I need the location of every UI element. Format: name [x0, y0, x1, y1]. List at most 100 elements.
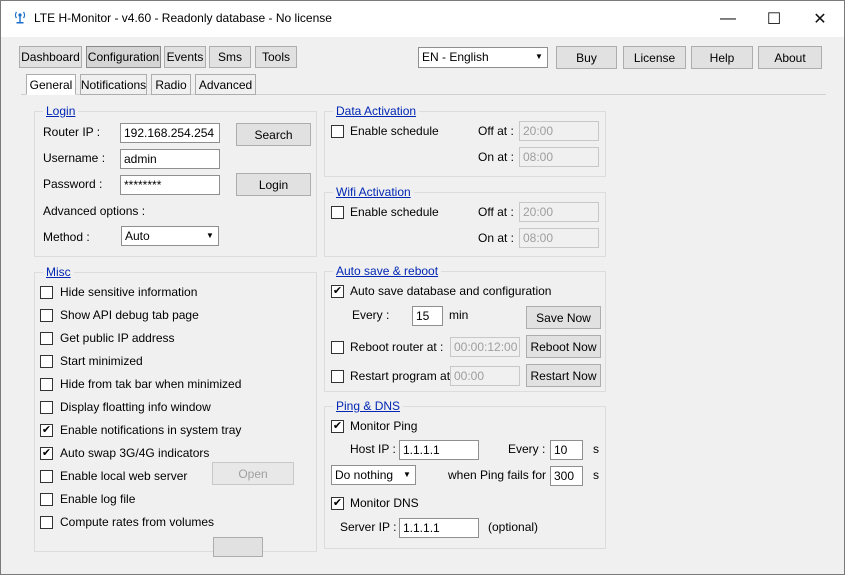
- monitor-ping-checkbox[interactable]: ✔: [331, 420, 344, 433]
- autosave-every-label: Every :: [352, 308, 390, 322]
- monitor-dns-label: Monitor DNS: [350, 496, 419, 510]
- app-window: LTE H-Monitor - v4.60 - Readonly databas…: [0, 0, 845, 575]
- subtab-radio[interactable]: Radio: [151, 74, 191, 95]
- autosave-checkbox[interactable]: ✔: [331, 285, 344, 298]
- minimize-button[interactable]: —: [705, 1, 751, 37]
- misc-group-title: Misc: [43, 265, 74, 279]
- tab-sms[interactable]: Sms: [209, 46, 251, 68]
- data-schedule-label: Enable schedule: [350, 124, 439, 138]
- close-button[interactable]: ✕: [797, 1, 843, 37]
- partial-hidden-button[interactable]: [213, 537, 263, 557]
- chevron-down-icon: ▼: [206, 231, 214, 240]
- hide-taskbar-checkbox[interactable]: [40, 378, 53, 391]
- reboot-checkbox[interactable]: [331, 341, 344, 354]
- autosave-label: Auto save database and configuration: [350, 284, 552, 298]
- tab-configuration[interactable]: Configuration: [86, 46, 161, 68]
- reboot-now-button[interactable]: Reboot Now: [526, 335, 601, 358]
- wifi-on-label: On at :: [478, 231, 515, 245]
- wifi-schedule-checkbox[interactable]: [331, 206, 344, 219]
- open-button[interactable]: Open: [212, 462, 294, 485]
- data-off-label: Off at :: [478, 124, 514, 138]
- public-ip-label: Get public IP address: [60, 331, 175, 345]
- tab-dashboard[interactable]: Dashboard: [19, 46, 82, 68]
- autosave-min-label: min: [449, 308, 469, 322]
- monitor-dns-checkbox[interactable]: ✔: [331, 497, 344, 510]
- api-debug-label: Show API debug tab page: [60, 308, 199, 322]
- username-field[interactable]: admin: [120, 149, 220, 169]
- license-button[interactable]: License: [623, 46, 686, 69]
- tab-tools[interactable]: Tools: [255, 46, 297, 68]
- host-ip-label: Host IP :: [350, 442, 396, 456]
- ping-fails-label: when Ping fails for :: [448, 468, 553, 482]
- floating-window-label: Display floatting info window: [60, 400, 211, 414]
- log-file-label: Enable log file: [60, 492, 136, 506]
- wifi-activation-title: Wifi Activation: [333, 185, 414, 199]
- language-select[interactable]: EN - English ▼: [418, 47, 548, 68]
- maximize-button[interactable]: ☐: [751, 1, 797, 37]
- help-button[interactable]: Help: [691, 46, 753, 69]
- hide-sensitive-label: Hide sensitive information: [60, 285, 198, 299]
- compute-rates-checkbox[interactable]: [40, 516, 53, 529]
- method-label: Method :: [43, 230, 90, 244]
- tab-events[interactable]: Events: [164, 46, 206, 68]
- floating-window-checkbox[interactable]: [40, 401, 53, 414]
- data-on-time[interactable]: 08:00: [519, 147, 599, 167]
- autosave-group-title: Auto save & reboot: [333, 264, 442, 278]
- router-ip-field[interactable]: 192.168.254.254: [120, 123, 220, 143]
- ping-action-value: Do nothing: [335, 468, 394, 482]
- server-ip-label: Server IP :: [340, 520, 397, 534]
- method-select[interactable]: Auto ▼: [121, 226, 219, 246]
- about-button[interactable]: About: [758, 46, 822, 69]
- search-button[interactable]: Search: [236, 123, 311, 146]
- ping-every-field[interactable]: 10: [550, 440, 583, 460]
- language-value: EN - English: [422, 50, 489, 64]
- subtab-general[interactable]: General: [26, 74, 76, 95]
- save-now-button[interactable]: Save Now: [526, 306, 601, 329]
- password-field[interactable]: ********: [120, 175, 220, 195]
- hide-sensitive-checkbox[interactable]: [40, 286, 53, 299]
- host-ip-field[interactable]: 1.1.1.1: [399, 440, 479, 460]
- data-off-time[interactable]: 20:00: [519, 121, 599, 141]
- login-group-title: Login: [43, 104, 79, 118]
- start-minimized-checkbox[interactable]: [40, 355, 53, 368]
- auto-swap-checkbox[interactable]: ✔: [40, 447, 53, 460]
- method-value: Auto: [125, 229, 150, 243]
- hide-taskbar-label: Hide from tak bar when minimized: [60, 377, 242, 391]
- subtab-notifications[interactable]: Notifications: [80, 74, 147, 95]
- data-on-label: On at :: [478, 150, 515, 164]
- password-label: Password :: [43, 177, 103, 191]
- public-ip-checkbox[interactable]: [40, 332, 53, 345]
- wifi-on-time[interactable]: 08:00: [519, 228, 599, 248]
- restart-time-field[interactable]: 00:00: [450, 366, 520, 386]
- api-debug-checkbox[interactable]: [40, 309, 53, 322]
- username-label: Username :: [43, 151, 106, 165]
- ping-every-label: Every :: [508, 442, 546, 456]
- tray-notifications-checkbox[interactable]: ✔: [40, 424, 53, 437]
- start-minimized-label: Start minimized: [60, 354, 143, 368]
- wifi-off-time[interactable]: 20:00: [519, 202, 599, 222]
- restart-checkbox[interactable]: [331, 370, 344, 383]
- reboot-time-field[interactable]: 00:00:12:00: [450, 337, 520, 357]
- antenna-app-icon: [14, 11, 26, 24]
- wifi-off-label: Off at :: [478, 205, 514, 219]
- monitor-ping-label: Monitor Ping: [350, 419, 418, 433]
- data-activation-title: Data Activation: [333, 104, 420, 118]
- autosave-every-field[interactable]: 15: [412, 306, 443, 326]
- restart-now-button[interactable]: Restart Now: [526, 364, 601, 387]
- ping-fails-field[interactable]: 300: [550, 466, 583, 486]
- web-server-checkbox[interactable]: [40, 470, 53, 483]
- server-ip-field[interactable]: 1.1.1.1: [399, 518, 479, 538]
- subtab-advanced[interactable]: Advanced: [195, 74, 256, 95]
- web-server-label: Enable local web server: [60, 469, 188, 483]
- log-file-checkbox[interactable]: [40, 493, 53, 506]
- title-bar: LTE H-Monitor - v4.60 - Readonly databas…: [1, 1, 844, 37]
- login-button[interactable]: Login: [236, 173, 311, 196]
- reboot-label: Reboot router at :: [350, 340, 444, 354]
- wifi-schedule-label: Enable schedule: [350, 205, 439, 219]
- ping-action-select[interactable]: Do nothing ▼: [331, 465, 416, 485]
- ping-every-unit: s: [593, 442, 599, 456]
- compute-rates-label: Compute rates from volumes: [60, 515, 215, 529]
- data-schedule-checkbox[interactable]: [331, 125, 344, 138]
- tray-notifications-label: Enable notifications in system tray: [60, 423, 242, 437]
- buy-button[interactable]: Buy: [556, 46, 617, 69]
